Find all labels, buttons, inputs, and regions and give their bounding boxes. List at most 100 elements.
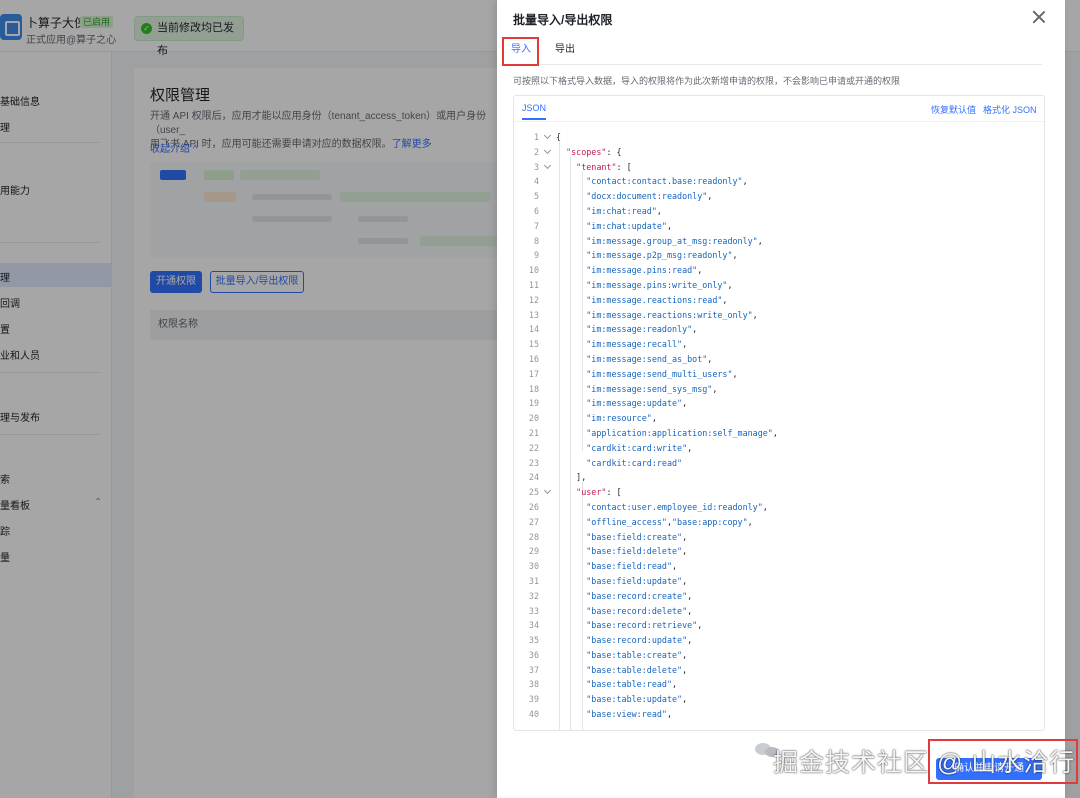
line-number: 15 [528,339,539,350]
code-text: "im:message:send_sys_msg", [586,383,718,394]
line-number: 35 [528,635,539,646]
line-number: 29 [528,546,539,557]
code-text: "user": [ [576,487,622,498]
code-text: "base:record:delete", [586,605,693,616]
line-number: 26 [528,501,539,512]
code-text: "im:message.group_at_msg:readonly", [586,235,763,246]
line-number: 34 [528,620,539,631]
line-number: 22 [528,442,539,453]
drawer-title: 批量导入/导出权限 [513,13,613,27]
line-number: 32 [528,590,539,601]
line-number: 3 [533,161,539,172]
code-text: "im:chat:read", [586,205,662,216]
code-line: 2 "scopes": { [514,145,1044,160]
code-line: 18 "im:message:send_sys_msg", [514,382,1044,397]
code-text: "cardkit:card:write", [586,442,693,453]
tab-json[interactable]: JSON [522,103,547,120]
code-line: 31 "base:field:update", [514,574,1044,589]
line-number: 14 [528,324,539,335]
line-number: 4 [533,176,539,187]
line-number: 5 [533,191,539,202]
code-text: "application:application:self_manage", [586,427,778,438]
code-text: "base:field:read", [586,561,678,572]
code-line: 3 "tenant": [ [514,160,1044,175]
line-number: 21 [528,427,539,438]
fold-chevron-icon[interactable] [544,489,551,494]
code-text: ], [556,472,587,483]
code-text: "base:table:update", [586,694,688,705]
code-line: 37 "base:table:delete", [514,663,1044,678]
line-number: 18 [528,383,539,394]
tab-export[interactable]: 导出 [549,38,581,65]
code-text: "base:table:create", [586,649,688,660]
line-number: 27 [528,516,539,527]
code-line: 21 "application:application:self_manage"… [514,426,1044,441]
line-number: 33 [528,605,539,616]
line-number: 28 [528,531,539,542]
code-area[interactable]: 1{2 "scopes": {3 "tenant": [4 "contact:c… [514,130,1044,722]
batch-permission-drawer: 批量导入/导出权限 导入 导出 可按照以下格式导入数据，导入的权限将作为此次新增… [497,0,1065,798]
code-line: 22 "cardkit:card:write", [514,441,1044,456]
code-text: "offline_access","base:app:copy", [586,516,753,527]
code-line: 15 "im:message:recall", [514,337,1044,352]
line-number: 6 [533,205,539,216]
code-line: 10 "im:message.pins:read", [514,263,1044,278]
line-number: 19 [528,398,539,409]
code-text: "base:table:read", [586,679,678,690]
code-text: "base:record:create", [586,590,693,601]
code-text: "im:message:readonly", [586,324,698,335]
submit-button[interactable]: 确认并申请开通 [936,758,1042,780]
line-number: 2 [533,146,539,157]
fold-chevron-icon[interactable] [544,134,551,139]
code-line: 27 "offline_access","base:app:copy", [514,515,1044,530]
code-line: 40 "base:view:read", [514,707,1044,722]
code-line: 14 "im:message:readonly", [514,322,1044,337]
code-line: 35 "base:record:update", [514,633,1044,648]
code-line: 19 "im:message:update", [514,396,1044,411]
code-line: 38 "base:table:read", [514,677,1044,692]
code-line: 13 "im:message.reactions:write_only", [514,308,1044,323]
line-number: 36 [528,649,539,660]
line-number: 13 [528,309,539,320]
line-number: 20 [528,413,539,424]
fold-chevron-icon[interactable] [544,149,551,154]
code-text: "im:message.pins:write_only", [586,279,733,290]
code-line: 23 "cardkit:card:read" [514,456,1044,471]
code-text: "im:resource", [586,413,657,424]
reset-default-button[interactable]: 恢复默认值 [931,103,976,116]
code-text: "tenant": [ [576,161,632,172]
code-line: 4 "contact:contact.base:readonly", [514,174,1044,189]
code-line: 26 "contact:user.employee_id:readonly", [514,500,1044,515]
code-text: "im:message:send_multi_users", [586,368,738,379]
code-line: 7 "im:chat:update", [514,219,1044,234]
code-line: 1{ [514,130,1044,145]
code-text: "cardkit:card:read" [586,457,683,468]
code-text: "base:view:read", [586,709,672,720]
line-number: 24 [528,472,539,483]
drawer-tabs: 导入 导出 [502,38,1042,66]
json-editor[interactable]: JSON 恢复默认值 格式化 JSON 1{2 "scopes": {3 "te… [513,95,1045,731]
format-json-button[interactable]: 格式化 JSON [983,103,1037,116]
code-text: "im:message.reactions:read", [586,294,728,305]
fold-chevron-icon[interactable] [544,164,551,169]
code-text: "im:message.p2p_msg:readonly", [586,250,738,261]
code-text: "base:record:update", [586,635,693,646]
code-line: 17 "im:message:send_multi_users", [514,367,1044,382]
code-line: 33 "base:record:delete", [514,604,1044,619]
line-number: 11 [528,279,539,290]
code-line: 16 "im:message:send_as_bot", [514,352,1044,367]
close-icon[interactable] [1032,10,1046,24]
code-line: 39 "base:table:update", [514,692,1044,707]
editor-toolbar: JSON 恢复默认值 格式化 JSON [514,96,1044,122]
line-number: 23 [528,457,539,468]
code-text: "base:table:delete", [586,664,688,675]
code-line: 24 ], [514,470,1044,485]
code-line: 25 "user": [ [514,485,1044,500]
code-line: 32 "base:record:create", [514,589,1044,604]
line-number: 37 [528,664,539,675]
code-text: "scopes": { [566,146,622,157]
code-line: 11 "im:message.pins:write_only", [514,278,1044,293]
code-text: "docx:document:readonly", [586,191,713,202]
code-line: 36 "base:table:create", [514,648,1044,663]
line-number: 8 [533,235,539,246]
